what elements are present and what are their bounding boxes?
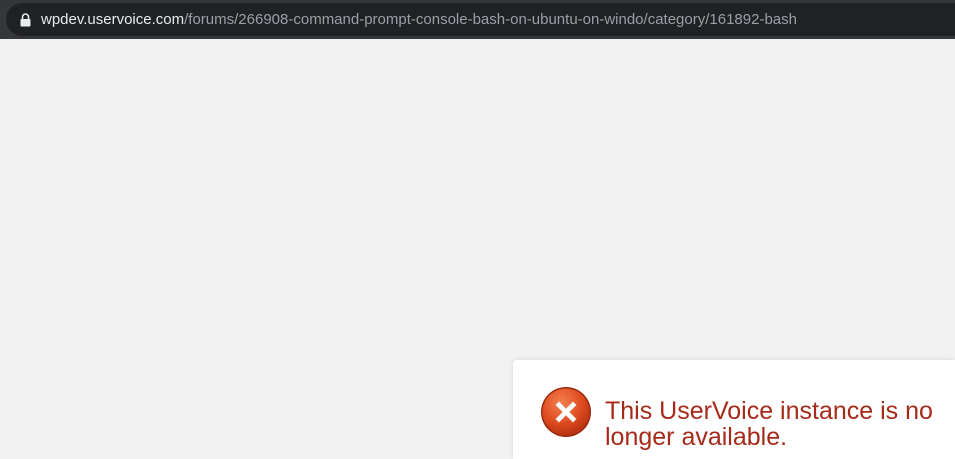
lock-icon[interactable] <box>18 12 32 28</box>
url-text[interactable]: wpdev.uservoice.com/forums/266908-comman… <box>41 11 797 28</box>
url-host: wpdev.uservoice.com <box>41 11 185 28</box>
url-field[interactable]: wpdev.uservoice.com/forums/266908-comman… <box>6 3 955 36</box>
unavailable-notice-card: This UserVoice instance is no longer ava… <box>513 360 955 459</box>
url-path: /forums/266908-command-prompt-console-ba… <box>184 11 797 28</box>
unavailable-message: This UserVoice instance is no longer ava… <box>605 397 933 451</box>
browser-address-bar: wpdev.uservoice.com/forums/266908-comman… <box>0 0 955 39</box>
error-x-icon <box>540 386 592 438</box>
